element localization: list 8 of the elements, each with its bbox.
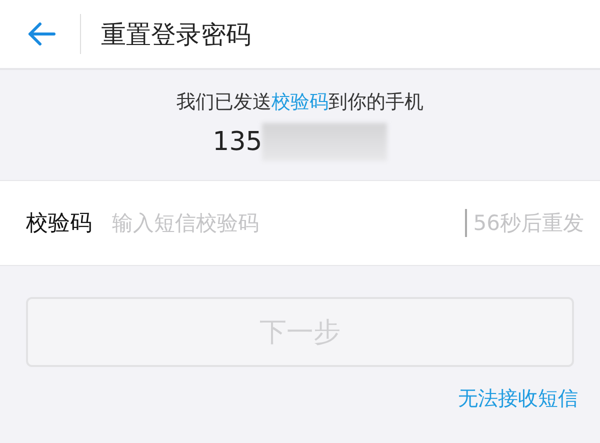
field-label: 校验码: [26, 210, 92, 238]
resend-timer: 56秒后重发: [473, 210, 584, 237]
help-link[interactable]: 无法接收短信: [458, 385, 578, 412]
code-input-field[interactable]: 输入短信校验码: [110, 210, 466, 236]
page-title: 重置登录密码: [101, 18, 251, 50]
notice-text: 我们已发送校验码到你的手机: [176, 90, 424, 115]
phone-number: 135: [212, 127, 262, 157]
back-arrow-icon[interactable]: [26, 21, 56, 47]
